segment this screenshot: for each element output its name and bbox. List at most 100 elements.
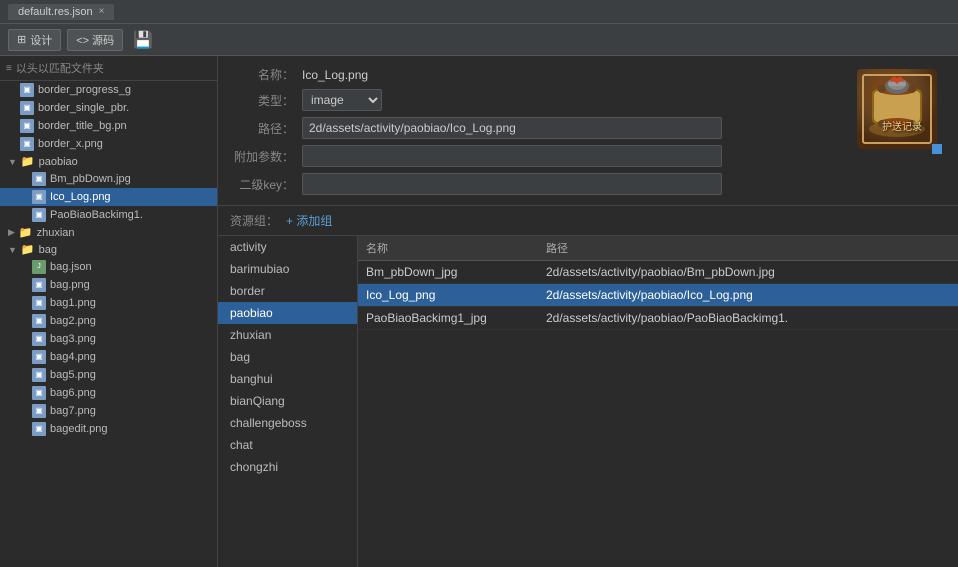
tree-item-paobiao[interactable]: ▼ 📁 paobiao bbox=[0, 153, 217, 170]
group-item-bianQiang[interactable]: bianQiang bbox=[218, 390, 357, 412]
tree-item-bagedit[interactable]: ▣bagedit.png bbox=[0, 420, 217, 438]
title-bar: default.res.json × bbox=[0, 0, 958, 24]
json-file-icon: J bbox=[32, 260, 46, 274]
file-row-bm_pbdown[interactable]: Bm_pbDown_jpg 2d/assets/activity/paobiao… bbox=[358, 261, 958, 284]
image-file-icon: ▣ bbox=[32, 314, 46, 328]
preview-svg bbox=[862, 74, 932, 144]
preview-image bbox=[857, 69, 937, 149]
folder-icon: 📁 bbox=[21, 243, 35, 256]
file-tree: ▣ border_progress_g ▣ border_single_pbr. ▣bo… bbox=[0, 81, 217, 567]
properties-section: 名称： Ico_Log.png 类型： imageaudiovideotext … bbox=[218, 56, 958, 206]
col-path-header: 路径 bbox=[546, 240, 950, 256]
col-name-header: 名称 bbox=[366, 240, 546, 256]
image-file-icon: ▣ bbox=[32, 386, 46, 400]
extra-input[interactable] bbox=[302, 145, 722, 167]
tree-item-bag_png[interactable]: ▣bag.png bbox=[0, 276, 217, 294]
group-item-chongzhi[interactable]: chongzhi bbox=[218, 456, 357, 478]
tree-item-bag3[interactable]: ▣ bag3.png bbox=[0, 330, 217, 348]
save-button[interactable]: 💾 bbox=[129, 30, 157, 50]
tree-item-label: bag1.png bbox=[50, 297, 96, 309]
tree-item-bag6[interactable]: ▣ bag6.png bbox=[0, 384, 217, 402]
path-label: 路径： bbox=[234, 120, 294, 137]
files-table: 名称 路径 Bm_pbDown_jpg 2d/assets/activity/p… bbox=[358, 236, 958, 567]
file-name: Ico_Log_png bbox=[366, 288, 546, 302]
image-file-icon: ▣ bbox=[32, 296, 46, 310]
source-label: <> 源码 bbox=[76, 32, 114, 48]
image-file-icon: ▣ bbox=[32, 368, 46, 382]
group-item-zhuxian[interactable]: zhuxian bbox=[218, 324, 357, 346]
design-label: 设计 bbox=[30, 32, 52, 48]
add-group-button[interactable]: + 添加组 bbox=[286, 212, 332, 229]
preview-area bbox=[852, 64, 942, 154]
filter-label: 以头以匹配文件夹 bbox=[16, 60, 104, 76]
tree-item-border_progress_g[interactable]: ▣ border_progress_g bbox=[0, 81, 217, 99]
tree-item-label: bag4.png bbox=[50, 351, 96, 363]
tree-item-Bm_pbDown[interactable]: ▣Bm_pbDown.jpg bbox=[0, 170, 217, 188]
group-item-chat[interactable]: chat bbox=[218, 434, 357, 456]
file-row-ico_log[interactable]: Ico_Log_png 2d/assets/activity/paobiao/I… bbox=[358, 284, 958, 307]
name-label: 名称： bbox=[234, 66, 294, 83]
tree-item-border_x[interactable]: ▣border_x.png bbox=[0, 135, 217, 153]
design-button[interactable]: ⊞ 设计 bbox=[8, 29, 61, 51]
folder-icon: 📁 bbox=[21, 155, 35, 168]
subkey-label: 二级key： bbox=[234, 176, 294, 193]
group-item-challengeboss[interactable]: challengeboss bbox=[218, 412, 357, 434]
tree-item-bag5[interactable]: ▣ bag5.png bbox=[0, 366, 217, 384]
source-button[interactable]: <> 源码 bbox=[67, 29, 123, 51]
type-row: 类型： imageaudiovideotext bbox=[234, 89, 942, 111]
tree-item-bag1[interactable]: ▣ bag1.png bbox=[0, 294, 217, 312]
tree-item-label: border_single_pbr. bbox=[38, 102, 129, 114]
tree-item-label: bag6.png bbox=[50, 387, 96, 399]
tree-item-label: paobiao bbox=[39, 156, 78, 168]
tree-item-label: border_progress_g bbox=[38, 84, 131, 96]
resources-section: 资源组： + 添加组 activitybarimubiaoborderpaobi… bbox=[218, 206, 958, 567]
file-path: 2d/assets/activity/paobiao/PaoBiaoBackim… bbox=[546, 311, 950, 325]
title-tab[interactable]: default.res.json × bbox=[8, 4, 114, 20]
tree-item-PaoBiaoBackimg1[interactable]: ▣PaoBiaoBackimg1. bbox=[0, 206, 217, 224]
name-value: Ico_Log.png bbox=[302, 68, 368, 82]
filter-icon: ≡ bbox=[6, 63, 12, 74]
right-panel: 名称： Ico_Log.png 类型： imageaudiovideotext … bbox=[218, 56, 958, 567]
image-file-icon: ▣ bbox=[20, 101, 34, 115]
main-layout: ≡ 以头以匹配文件夹 ▣ border_progress_g ▣ border_sin… bbox=[0, 56, 958, 567]
file-row-paobiaobackimg1[interactable]: PaoBiaoBackimg1_jpg 2d/assets/activity/p… bbox=[358, 307, 958, 330]
tree-item-label: bag5.png bbox=[50, 369, 96, 381]
folder-icon: 📁 bbox=[19, 226, 33, 239]
tree-item-bag[interactable]: ▼ 📁 bag bbox=[0, 241, 217, 258]
group-item-banghui[interactable]: banghui bbox=[218, 368, 357, 390]
image-file-icon: ▣ bbox=[20, 137, 34, 151]
tree-item-zhuxian[interactable]: ▶ 📁 zhuxian bbox=[0, 224, 217, 241]
tree-item-bag4[interactable]: ▣ bag4.png bbox=[0, 348, 217, 366]
resources-header: 资源组： + 添加组 bbox=[218, 206, 958, 236]
group-item-activity[interactable]: activity bbox=[218, 236, 357, 258]
tree-item-bag_json[interactable]: Jbag.json bbox=[0, 258, 217, 276]
save-icon: 💾 bbox=[133, 32, 153, 49]
tree-item-border_single_pbr[interactable]: ▣ border_single_pbr. bbox=[0, 99, 217, 117]
group-item-border[interactable]: border bbox=[218, 280, 357, 302]
name-row: 名称： Ico_Log.png bbox=[234, 66, 942, 83]
preview-label: 护送记录 bbox=[862, 118, 942, 133]
tab-label: default.res.json bbox=[18, 6, 93, 18]
image-file-icon: ▣ bbox=[20, 83, 34, 97]
group-item-barimubiao[interactable]: barimubiao bbox=[218, 258, 357, 280]
group-item-bag[interactable]: bag bbox=[218, 346, 357, 368]
image-file-icon: ▣ bbox=[32, 332, 46, 346]
image-file-icon: ▣ bbox=[20, 119, 34, 133]
image-file-icon: ▣ bbox=[32, 350, 46, 364]
tree-item-Ico_Log_png[interactable]: ▣Ico_Log.png bbox=[0, 188, 217, 206]
tree-item-border_title_bg[interactable]: ▣border_title_bg.pn bbox=[0, 117, 217, 135]
resources-group-label: 资源组： bbox=[230, 212, 278, 229]
subkey-row: 二级key： bbox=[234, 173, 942, 195]
tree-item-label: Ico_Log.png bbox=[50, 191, 111, 203]
tab-close-btn[interactable]: × bbox=[99, 6, 105, 17]
group-item-paobiao[interactable]: paobiao bbox=[218, 302, 357, 324]
tree-item-label: bag3.png bbox=[50, 333, 96, 345]
tree-item-bag2[interactable]: ▣ bag2.png bbox=[0, 312, 217, 330]
tree-item-label: bag2.png bbox=[50, 315, 96, 327]
subkey-input[interactable] bbox=[302, 173, 722, 195]
tree-item-bag7[interactable]: ▣bag7.png bbox=[0, 402, 217, 420]
tree-item-label: bag7.png bbox=[50, 405, 96, 417]
type-select[interactable]: imageaudiovideotext bbox=[302, 89, 382, 111]
design-icon: ⊞ bbox=[17, 33, 26, 46]
path-input[interactable] bbox=[302, 117, 722, 139]
